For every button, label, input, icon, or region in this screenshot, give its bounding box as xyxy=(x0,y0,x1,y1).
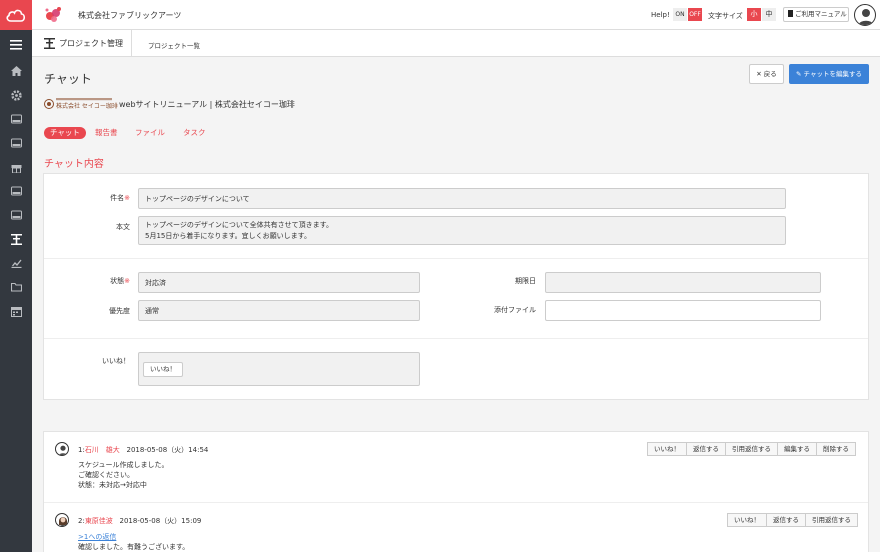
deadline-field[interactable] xyxy=(545,272,821,293)
status-label: 状態※ xyxy=(110,277,130,285)
divider xyxy=(44,502,868,503)
project-icon[interactable] xyxy=(9,232,23,246)
project-client-logo: 株式会社 セイコー珈琲 xyxy=(44,98,118,110)
tab-project-list[interactable]: プロジェクト一覧 xyxy=(148,40,200,50)
company-logo-icon xyxy=(45,7,61,22)
disk-icon[interactable] xyxy=(9,208,23,222)
attachment-field[interactable] xyxy=(545,300,821,321)
message-list: 1:石川 雄大 2018-05-08（火）14:54 いいね！ 返信する 引用返… xyxy=(43,431,869,552)
back-label: 戻る xyxy=(763,70,777,78)
project-client-logo-text: 株式会社 セイコー珈琲 xyxy=(56,103,118,110)
book-icon xyxy=(788,10,793,17)
chat-detail-card: 件名※ トップページのデザインについて 本文 トップページのデザインについて全体… xyxy=(43,173,869,400)
help-label: Help! xyxy=(651,11,670,19)
reply-button[interactable]: 返信する xyxy=(686,442,726,456)
tab-project-management[interactable]: プロジェクト管理 xyxy=(32,30,132,57)
avatar[interactable] xyxy=(55,442,69,456)
project-name: webサイトリニューアル | 株式会社セイコー珈琲 xyxy=(119,100,295,109)
close-icon: ✕ xyxy=(756,70,762,78)
message-actions: いいね！ 返信する 引用返信する 編集する 削除する xyxy=(647,442,856,456)
gear-icon[interactable] xyxy=(9,88,23,102)
edit-button[interactable]: 編集する xyxy=(777,442,817,456)
top-bar: 株式会社ファブリックアーツ Help! ON OFF 文字サイズ 小 中 ご利用… xyxy=(0,0,880,30)
chart-icon[interactable] xyxy=(9,256,23,270)
body-line-2: 5月15日から着手になります。宜しくお願いします。 xyxy=(145,232,311,240)
like-button[interactable]: いいね！ xyxy=(143,362,183,377)
edit-icon: ✎ xyxy=(796,70,802,78)
quote-reply-button[interactable]: 引用返信する xyxy=(805,513,858,527)
message-body: スケジュール作成しました。 ご確認ください。 状態：未対応→対応中 xyxy=(78,460,169,490)
message-body: >1への返信 確認しました。有難うございます。 xyxy=(78,532,189,552)
manual-label: ご利用マニュアル xyxy=(795,10,847,18)
like-button[interactable]: いいね！ xyxy=(727,513,767,527)
storage-icon[interactable] xyxy=(9,136,23,150)
message-line: 状態：未対応→対応中 xyxy=(78,481,147,489)
divider xyxy=(44,258,868,259)
tab-project-management-label: プロジェクト管理 xyxy=(59,39,123,48)
reply-button[interactable]: 返信する xyxy=(766,513,806,527)
message-author[interactable]: 東原佳波 xyxy=(85,517,113,525)
font-size-small-button[interactable]: 小 xyxy=(747,8,761,21)
avatar[interactable] xyxy=(55,513,69,527)
tab-report[interactable]: 報告書 xyxy=(95,127,118,138)
folder-icon[interactable] xyxy=(9,280,23,294)
server-icon[interactable] xyxy=(9,184,23,198)
sub-navigation: プロジェクト管理 プロジェクト一覧 xyxy=(32,30,880,57)
sidebar xyxy=(0,30,32,552)
body-line-1: トップページのデザインについて全体共有させて頂きます。 xyxy=(145,221,333,229)
gift-icon[interactable] xyxy=(9,160,23,174)
edit-chat-button[interactable]: ✎ チャットを編集する xyxy=(789,64,869,84)
font-size-label: 文字サイズ xyxy=(708,12,743,20)
priority-field[interactable]: 通常 xyxy=(138,300,420,321)
message-number: 2: xyxy=(78,517,85,525)
like-field: いいね！ xyxy=(138,352,420,386)
drive-icon[interactable] xyxy=(9,112,23,126)
edit-label: チャットを編集する xyxy=(803,70,862,78)
divider xyxy=(44,338,868,339)
body-label: 本文 xyxy=(116,223,130,231)
message-line: スケジュール作成しました。 xyxy=(78,461,169,469)
attachment-label: 添付ファイル xyxy=(494,306,536,314)
delete-button[interactable]: 削除する xyxy=(816,442,856,456)
deadline-label: 期限日 xyxy=(515,277,536,285)
menu-icon[interactable] xyxy=(9,38,23,52)
help-off-toggle[interactable]: OFF xyxy=(688,8,702,21)
message-line: ご確認ください。 xyxy=(78,471,134,479)
body-field[interactable]: トップページのデザインについて全体共有させて頂きます。 5月15日から着手になり… xyxy=(138,216,786,245)
company-name: 株式会社ファブリックアーツ xyxy=(78,11,182,20)
page-title: チャット xyxy=(44,72,92,86)
message-datetime: 2018-05-08（火）14:54 xyxy=(126,446,209,454)
priority-label: 優先度 xyxy=(109,307,130,315)
tab-chat[interactable]: チャット xyxy=(44,127,86,139)
user-avatar[interactable] xyxy=(854,4,876,26)
calendar-icon[interactable] xyxy=(9,304,23,318)
manual-button[interactable]: ご利用マニュアル xyxy=(783,7,849,22)
like-label: いいね！ xyxy=(102,357,130,365)
quote-reply-button[interactable]: 引用返信する xyxy=(725,442,778,456)
message-author[interactable]: 石川 雄大 xyxy=(85,446,120,454)
subject-label: 件名※ xyxy=(110,194,130,202)
tab-file[interactable]: ファイル xyxy=(135,127,165,138)
subject-field[interactable]: トップページのデザインについて xyxy=(138,188,786,209)
message-header: 2:東原佳波 2018-05-08（火）15:09 xyxy=(78,516,201,526)
status-field[interactable]: 対応済 xyxy=(138,272,420,293)
back-button[interactable]: ✕ 戻る xyxy=(749,64,784,84)
help-on-toggle[interactable]: ON xyxy=(673,8,687,21)
message-line: 確認しました。有難うございます。 xyxy=(78,543,190,551)
message-datetime: 2018-05-08（火）15:09 xyxy=(119,517,202,525)
cloud-logo-icon[interactable] xyxy=(0,0,32,30)
message-header: 1:石川 雄大 2018-05-08（火）14:54 xyxy=(78,445,208,455)
like-button[interactable]: いいね！ xyxy=(647,442,687,456)
font-size-medium-button[interactable]: 中 xyxy=(762,8,776,21)
message-number: 1: xyxy=(78,446,85,454)
project-icon xyxy=(44,38,55,49)
section-title: チャット内容 xyxy=(44,159,104,170)
reply-reference-link[interactable]: >1への返信 xyxy=(78,532,189,542)
message-actions: いいね！ 返信する 引用返信する xyxy=(727,513,858,527)
home-icon[interactable] xyxy=(9,64,23,78)
tab-task[interactable]: タスク xyxy=(183,127,206,138)
